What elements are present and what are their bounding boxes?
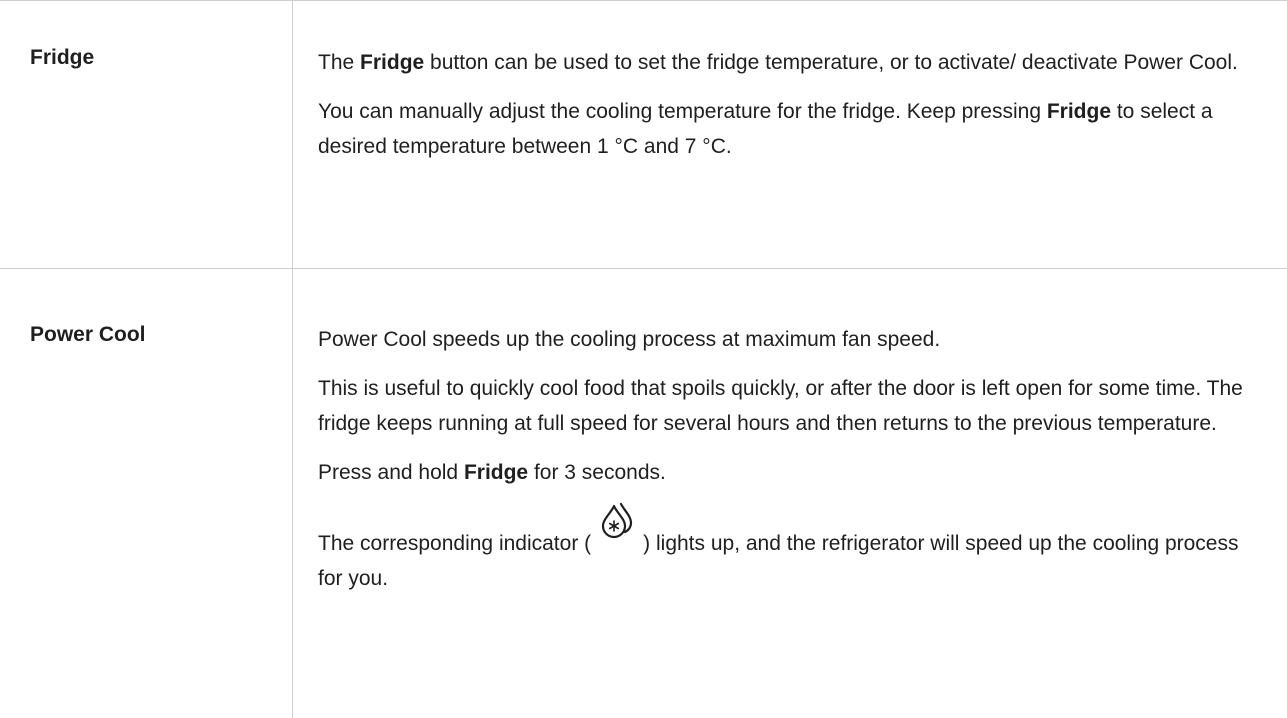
table-row-fridge: Fridge The Fridge button can be used to … [0,1,1287,269]
paragraph: This is useful to quickly cool food that… [318,377,1243,435]
settings-table: Fridge The Fridge button can be used to … [0,0,1287,718]
text-span: The [318,51,361,74]
paragraph: Power Cool speeds up the cooling process… [318,328,941,351]
text-span: Press and hold [318,461,464,484]
row-description-fridge: The Fridge button can be used to set the… [292,1,1287,268]
paragraph: The Fridge button can be used to set the… [318,45,1267,80]
text-span: You can manually adjust the cooling temp… [318,100,1047,123]
power-cool-indicator-icon [597,500,637,540]
row-label-fridge: Fridge [30,46,95,69]
text-span: for 3 seconds. [528,461,666,484]
text-span: The corresponding indicator ( [318,532,592,555]
bold-term: Fridge [360,51,425,74]
table-row-power-cool: Power Cool Power Cool speeds up the cool… [0,269,1287,718]
bold-term: Fridge [463,461,529,484]
bold-term: Fridge [1046,100,1112,123]
row-label-power-cool: Power Cool [30,323,146,346]
text-span: button can be used to set the fridge tem… [424,51,1238,74]
paragraph: You can manually adjust the cooling temp… [318,94,1267,164]
paragraph: Press and hold Fridge for 3 seconds. [318,455,1267,490]
row-description-power-cool: Power Cool speeds up the cooling process… [292,269,1287,718]
paragraph: The corresponding indicator ( ) lights u… [318,502,1267,596]
